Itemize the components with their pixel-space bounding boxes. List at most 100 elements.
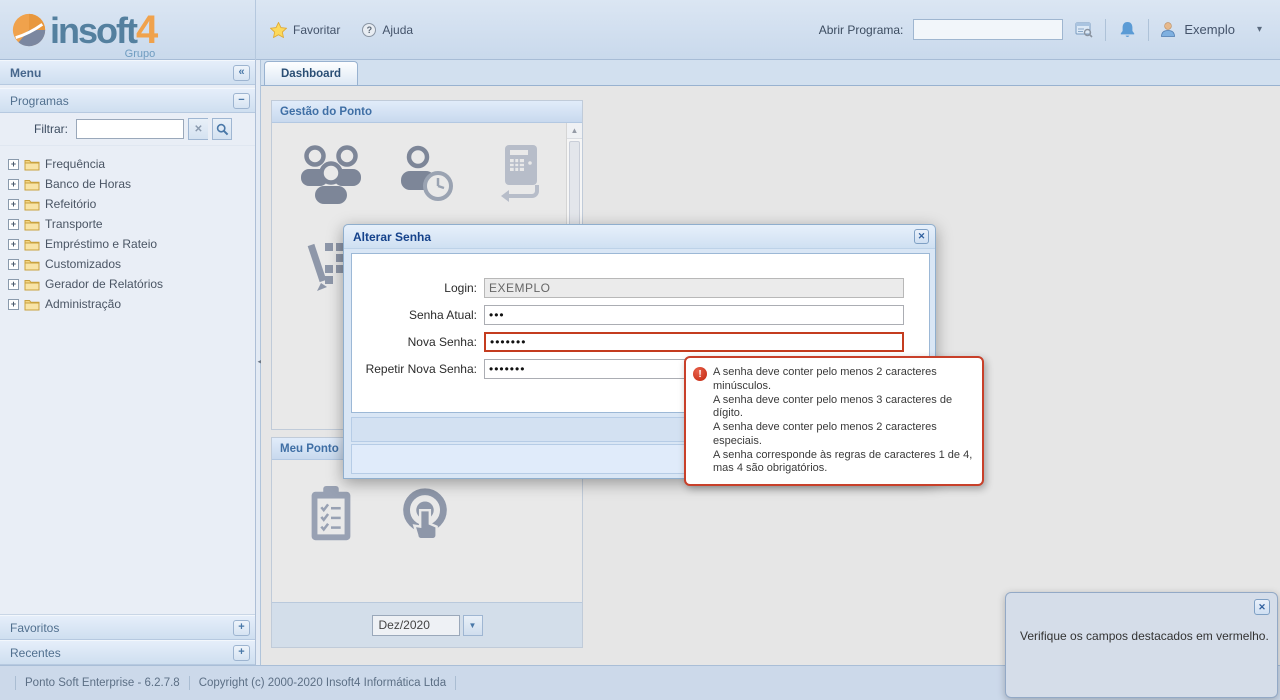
favorites-title: Favoritos [10,621,233,635]
current-password-label: Senha Atual: [352,308,484,322]
expand-icon[interactable]: + [8,279,19,290]
folder-icon [24,178,40,191]
user-name: Exemplo [1184,22,1235,37]
tree-item-customizados[interactable]: + Customizados [8,254,255,274]
panel-body: Dez/2020 ▼ [272,460,582,647]
favorite-label: Favoritar [293,23,340,37]
folder-icon [24,218,40,231]
tree-item-label: Customizados [45,257,121,271]
expand-icon[interactable]: + [8,259,19,270]
password-validation-tooltip: ! A senha deve conter pelo menos 2 carac… [684,356,984,486]
user-icon [1159,21,1177,38]
folder-icon [24,238,40,251]
tree-item-label: Refeitório [45,197,96,211]
tree-item-emprestimo-e-rateio[interactable]: + Empréstimo e Rateio [8,234,255,254]
new-password-field[interactable] [484,332,904,352]
app-version: Ponto Soft Enterprise - 6.2.7.8 [25,677,180,689]
person-clock-icon [393,142,457,206]
tree-item-administracao[interactable]: + Administração [8,294,255,314]
tree-item-frequencia[interactable]: + Frequência [8,154,255,174]
collapse-programs-button[interactable]: − [233,93,250,109]
touch-press-icon [394,484,456,546]
brand-subtitle: Grupo [125,49,156,60]
validation-line: A senha deve conter pelo menos 2 caracte… [713,421,974,449]
user-caret-icon[interactable]: ▾ [1257,24,1262,35]
tree-item-transporte[interactable]: + Transporte [8,214,255,234]
dialog-close-icon[interactable]: ✕ [914,229,929,244]
tree-item-label: Banco de Horas [45,177,131,191]
filter-input[interactable] [76,119,184,139]
notifications-button[interactable] [1116,20,1138,40]
open-program-input[interactable] [913,19,1063,40]
bell-icon [1118,21,1137,39]
folder-icon [24,298,40,311]
expand-recents-button[interactable]: + [233,645,250,661]
programs-header[interactable]: Programas − [0,88,255,113]
tree-item-label: Frequência [45,157,105,171]
new-password-label: Nova Senha: [352,335,484,349]
favorites-header[interactable]: Favoritos + [0,615,255,640]
dialog-titlebar[interactable]: Alterar Senha ✕ [344,225,935,249]
tree-item-refeitorio[interactable]: + Refeitório [8,194,255,214]
scroll-up-icon[interactable]: ▲ [567,123,582,139]
programs-tree: + Frequência + Banco de Horas + Refeitór… [0,146,255,614]
filter-clear-icon[interactable]: ✕ [188,118,208,140]
brand-number: 4 [136,8,157,52]
tab-dashboard[interactable]: Dashboard [264,61,358,85]
recents-header[interactable]: Recentes + [0,640,255,665]
employee-hours-shortcut[interactable] [392,141,458,207]
validation-messages: A senha deve conter pelo menos 2 caracte… [713,366,974,476]
filter-search-button[interactable] [212,118,232,140]
people-group-icon [299,142,363,206]
collapse-sidebar-button[interactable]: « [233,65,250,81]
tree-item-label: Administração [45,297,121,311]
expand-icon[interactable]: + [8,199,19,210]
help-icon: ? [362,23,376,37]
tree-item-label: Transporte [45,217,103,231]
star-icon [270,22,287,38]
toolbar-separator [1105,19,1106,41]
browse-programs-button[interactable] [1073,20,1095,40]
validation-line: A senha deve conter pelo menos 3 caracte… [713,394,974,422]
login-label: Login: [352,281,484,295]
folder-icon [24,198,40,211]
tree-item-banco-de-horas[interactable]: + Banco de Horas [8,174,255,194]
filter-row: Filtrar: ✕ [0,113,255,146]
expand-icon[interactable]: + [8,219,19,230]
notification-close-icon[interactable]: ✕ [1254,599,1270,615]
month-selector-dropdown-icon[interactable]: ▼ [463,615,483,636]
filter-label: Filtrar: [34,122,68,136]
expand-icon[interactable]: + [8,179,19,190]
validation-line: A senha corresponde às regras de caracte… [713,449,974,477]
brand: insoft4 Grupo [50,10,157,50]
expand-icon[interactable]: + [8,299,19,310]
footer-separator [15,676,16,690]
tree-item-gerador-de-relatorios[interactable]: + Gerador de Relatórios [8,274,255,294]
team-management-shortcut[interactable] [298,141,364,207]
open-program-label: Abrir Programa: [819,23,904,37]
tab-label: Dashboard [281,68,341,80]
login-field [484,278,904,298]
sidebar-bottom: Favoritos + Recentes + [0,614,255,665]
footer-separator [455,676,456,690]
tree-item-label: Empréstimo e Rateio [45,237,157,251]
error-icon: ! [693,367,707,381]
toolbar-separator [1148,19,1149,41]
programs-title: Programas [10,94,233,108]
notification-popup: ✕ Verifique os campos destacados em verm… [1005,592,1278,698]
expand-icon[interactable]: + [8,239,19,250]
current-password-field[interactable] [484,305,904,325]
help-button[interactable]: ? Ajuda [362,23,413,37]
dialog-title: Alterar Senha [353,230,914,244]
top-bar: insoft4 Grupo Favoritar ? Ajuda Abrir Pr… [0,0,1280,60]
my-timesheet-shortcut[interactable] [298,482,364,548]
expand-icon[interactable]: + [8,159,19,170]
clock-in-shortcut[interactable] [392,482,458,548]
footer-separator [189,676,190,690]
user-menu[interactable]: Exemplo [1159,21,1235,38]
expand-favorites-button[interactable]: + [233,620,250,636]
punch-clock-shortcut[interactable] [486,141,552,207]
favorite-button[interactable]: Favoritar [270,22,340,38]
month-selector-value[interactable]: Dez/2020 [372,615,460,636]
panel-title: Meu Ponto [280,443,339,455]
